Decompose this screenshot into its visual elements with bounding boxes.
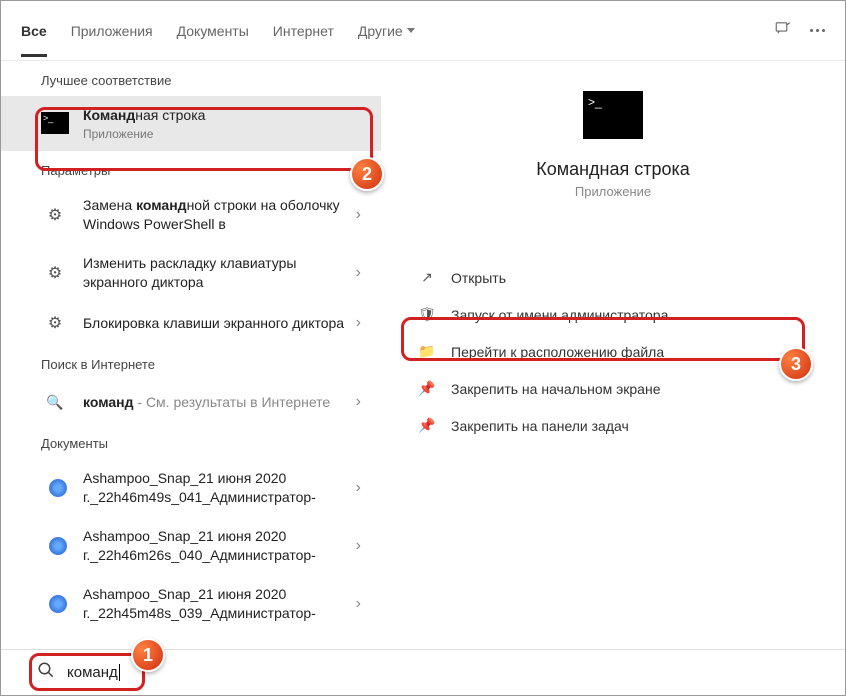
- pin-icon: 📌: [417, 380, 437, 397]
- best-match-subtitle: Приложение: [83, 127, 361, 141]
- preview-panel: Командная строка Приложение ↗ Открыть 🛡 …: [381, 61, 845, 651]
- document-icon: [49, 479, 67, 497]
- pin-icon: 📌: [417, 417, 437, 434]
- results-column: Лучшее соответствие Командная строка При…: [1, 61, 381, 651]
- header-actions: [774, 19, 825, 42]
- document-icon: [49, 595, 67, 613]
- search-icon: [37, 661, 55, 684]
- tab-web[interactable]: Интернет: [273, 5, 334, 57]
- chevron-right-icon: ›: [356, 314, 361, 332]
- chevron-right-icon: ›: [356, 537, 361, 555]
- chevron-right-icon: ›: [356, 264, 361, 282]
- settings-icon: [41, 311, 69, 335]
- document-icon: [49, 537, 67, 555]
- chevron-right-icon: ›: [356, 479, 361, 497]
- cmd-icon: [41, 112, 69, 134]
- document-item[interactable]: Ashampoo_Snap_21 июня 2020 г._22h45m48s_…: [1, 575, 381, 633]
- chevron-right-icon: ›: [356, 393, 361, 411]
- preview-app-icon: [583, 91, 643, 139]
- action-open[interactable]: ↗ Открыть: [411, 259, 815, 296]
- document-item[interactable]: Ashampoo_Snap_21 июня 2020 г._22h46m26s_…: [1, 517, 381, 575]
- best-match-title: Командная строка: [83, 106, 361, 125]
- shield-icon: 🛡: [417, 306, 437, 323]
- tab-more[interactable]: Другие: [358, 5, 415, 57]
- chevron-right-icon: ›: [356, 206, 361, 224]
- folder-icon: 📁: [417, 343, 437, 360]
- settings-item[interactable]: Изменить раскладку клавиатуры экранного …: [1, 244, 381, 302]
- content: Лучшее соответствие Командная строка При…: [1, 61, 845, 651]
- more-options-icon[interactable]: [810, 29, 825, 32]
- section-web-search: Поиск в Интернете: [1, 345, 381, 380]
- search-bar[interactable]: команд: [1, 649, 845, 695]
- chevron-down-icon: [407, 28, 415, 33]
- action-open-location[interactable]: 📁 Перейти к расположению файла: [411, 333, 815, 370]
- section-settings: Параметры: [1, 151, 381, 186]
- settings-item[interactable]: Блокировка клавиши экранного диктора ›: [1, 301, 381, 345]
- tab-all[interactable]: Все: [21, 5, 47, 57]
- web-search-item[interactable]: команд - См. результаты в Интернете ›: [1, 380, 381, 424]
- tab-bar: Все Приложения Документы Интернет Другие: [21, 5, 774, 57]
- settings-icon: [41, 203, 69, 227]
- tab-documents[interactable]: Документы: [177, 5, 249, 57]
- search-input[interactable]: команд: [67, 664, 120, 682]
- section-best-match: Лучшее соответствие: [1, 61, 381, 96]
- action-run-as-admin[interactable]: 🛡 Запуск от имени администратора: [411, 296, 815, 333]
- settings-icon: [41, 261, 69, 285]
- preview-title: Командная строка: [411, 159, 815, 180]
- feedback-icon[interactable]: [774, 19, 792, 42]
- document-item[interactable]: Ashampoo_Snap_21 июня 2020 г._22h46m49s_…: [1, 459, 381, 517]
- section-documents: Документы: [1, 424, 381, 459]
- action-list: ↗ Открыть 🛡 Запуск от имени администрато…: [411, 259, 815, 444]
- tab-apps[interactable]: Приложения: [71, 5, 153, 57]
- action-pin-taskbar[interactable]: 📌 Закрепить на панели задач: [411, 407, 815, 444]
- best-match-item[interactable]: Командная строка Приложение: [1, 96, 381, 151]
- preview-subtitle: Приложение: [411, 184, 815, 199]
- chevron-right-icon: ›: [356, 595, 361, 613]
- open-icon: ↗: [417, 269, 437, 286]
- header-tabs: Все Приложения Документы Интернет Другие: [1, 1, 845, 61]
- search-icon: [41, 390, 69, 414]
- action-pin-start[interactable]: 📌 Закрепить на начальном экране: [411, 370, 815, 407]
- settings-item[interactable]: Замена командной строки на оболочку Wind…: [1, 186, 381, 244]
